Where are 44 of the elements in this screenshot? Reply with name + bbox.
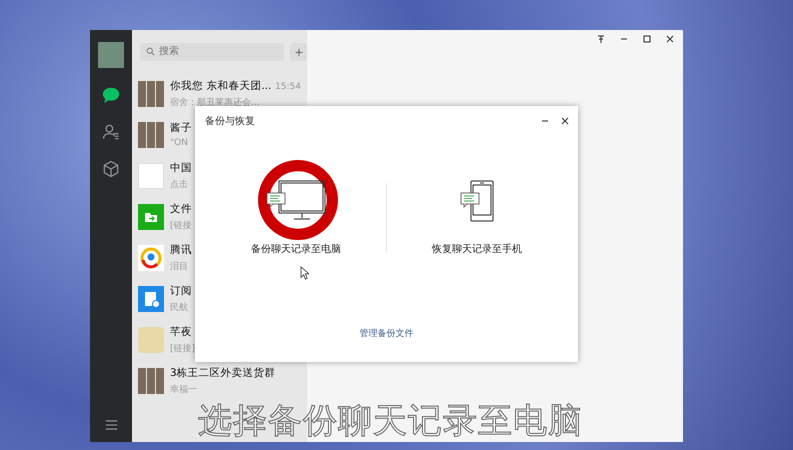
chat-title[interactable]: 文件 [170, 202, 192, 216]
search-icon [146, 47, 155, 56]
logo-avatar [138, 162, 164, 188]
option-label[interactable]: 备份聊天记录至电脑 [251, 242, 341, 256]
menu-icon[interactable] [104, 420, 118, 430]
cartoon-avatar-placeholder [138, 326, 164, 352]
chat-preview: 幸福一 [170, 384, 198, 396]
chat-title[interactable]: 中国 [170, 160, 192, 174]
close-icon[interactable] [665, 34, 675, 44]
manage-backup-link[interactable]: 管理备份文件 [360, 327, 414, 340]
chat-preview: 民航 [170, 302, 189, 314]
cube-icon[interactable] [101, 159, 121, 179]
chat-preview: 宿舍：那丑莱惠还会... [170, 96, 261, 108]
group-avatar-photo-placeholder [138, 122, 164, 148]
option-label[interactable]: 恢复聊天记录至手机 [432, 242, 522, 256]
dialog-title: 备份与恢复 [205, 114, 255, 128]
mouse-cursor-icon [300, 266, 309, 280]
chat-time: 15:54 [275, 82, 301, 92]
avatar-photo-placeholder [98, 42, 124, 68]
chat-preview: 泪目 [170, 260, 189, 272]
add-button[interactable]: + [290, 42, 308, 60]
video-caption: 选择备份聊天记录至电脑 [198, 400, 583, 443]
group-avatar-photo-placeholder [138, 368, 164, 394]
chat-preview: 点击 [170, 178, 189, 190]
chat-preview: "ON [170, 138, 189, 148]
chat-title[interactable]: 3栋王二区外卖送货群 [170, 366, 276, 380]
search-field[interactable]: 搜索 [140, 42, 284, 60]
pin-icon[interactable] [596, 34, 606, 44]
chat-preview: [链接 [170, 220, 193, 232]
computer-chat-icon[interactable] [266, 180, 326, 222]
chat-preview: [链接] [170, 342, 196, 354]
close-icon[interactable] [560, 116, 570, 126]
chat-title[interactable]: 腾讯 [170, 242, 192, 256]
chat-title[interactable]: 酱子 [170, 121, 192, 135]
chat-title[interactable]: 你我您 东和春天团... [170, 78, 272, 92]
folder-avatar-icon [138, 204, 164, 230]
chat-title[interactable]: 芊夜 [170, 324, 192, 338]
maximize-icon[interactable] [642, 34, 652, 44]
group-avatar-photo-placeholder [138, 80, 164, 106]
contacts-icon[interactable] [101, 122, 121, 142]
chat-title[interactable]: 订阅 [170, 284, 192, 298]
document-avatar-icon [138, 286, 164, 312]
news-avatar-icon [138, 244, 164, 270]
chat-icon[interactable] [101, 85, 121, 105]
